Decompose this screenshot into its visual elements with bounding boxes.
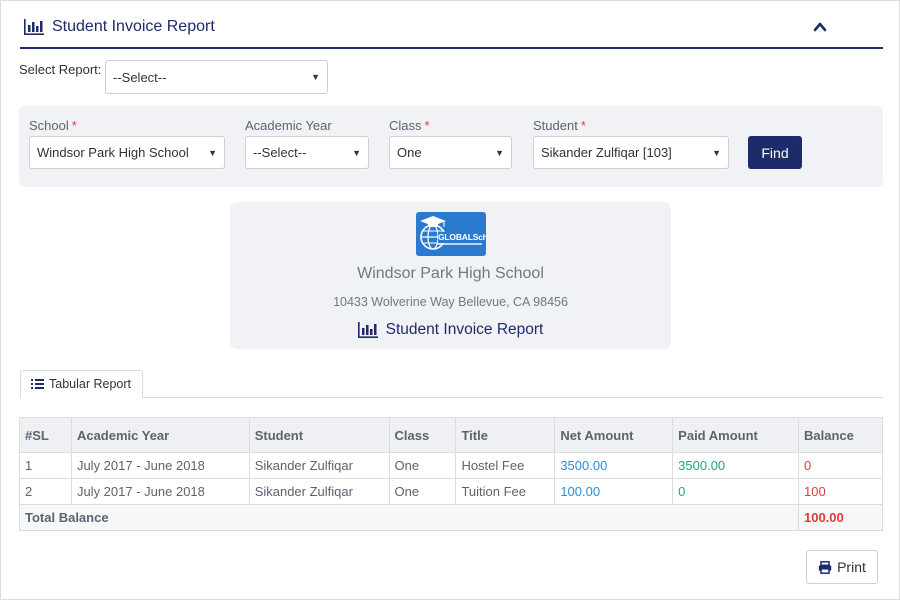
- tab-divider: [20, 397, 883, 398]
- col-header-title[interactable]: Title: [455, 417, 556, 453]
- cell-academic-year: July 2017 - June 2018: [70, 452, 250, 479]
- cell-academic-year: July 2017 - June 2018: [70, 478, 250, 505]
- tab-tabular-report[interactable]: Tabular Report: [20, 370, 143, 398]
- logo-underline: [438, 243, 482, 245]
- select-report-value: --Select--: [113, 69, 167, 85]
- cell-paid-amount: 0: [672, 478, 799, 505]
- bar-chart-icon: [357, 322, 378, 338]
- list-ordered-icon: [31, 379, 44, 389]
- total-balance-label: Total Balance: [19, 504, 799, 531]
- panel-title: Student Invoice Report: [24, 18, 215, 36]
- find-button[interactable]: Find: [748, 136, 802, 169]
- col-header-balance[interactable]: Balance: [798, 417, 883, 453]
- col-header-academic-year[interactable]: Academic Year: [70, 417, 250, 453]
- col-header-sl[interactable]: #SL: [19, 417, 72, 453]
- cell-paid-amount: 3500.00: [672, 452, 799, 479]
- tab-label: Tabular Report: [49, 377, 131, 391]
- school-select-value: Windsor Park High School: [37, 145, 189, 160]
- chevron-up-icon[interactable]: [813, 20, 827, 34]
- student-label: Student *: [533, 118, 586, 133]
- col-header-class[interactable]: Class: [388, 417, 457, 453]
- class-select-value: One: [397, 145, 422, 160]
- cell-class: One: [388, 478, 457, 505]
- school-logo: GLOBALSchool: [416, 212, 486, 256]
- report-header-card: GLOBALSchool Windsor Park High School 10…: [230, 202, 671, 349]
- cell-class: One: [388, 452, 457, 479]
- table-header-row: #SL Academic Year Student Class Title Ne…: [19, 417, 883, 453]
- cell-sl: 1: [19, 452, 72, 479]
- class-label: Class *: [389, 118, 430, 133]
- student-select[interactable]: Sikander Zulfiqar [103] ▼: [533, 136, 729, 169]
- student-select-value: Sikander Zulfiqar [103]: [541, 145, 672, 160]
- total-row: Total Balance 100.00: [19, 504, 883, 531]
- report-school-address: 10433 Wolverine Way Bellevue, CA 98456: [333, 295, 568, 309]
- print-button[interactable]: Print: [806, 550, 878, 584]
- cell-title: Tuition Fee: [455, 478, 556, 505]
- select-report-dropdown[interactable]: --Select-- ▼: [105, 60, 328, 94]
- col-header-student[interactable]: Student: [248, 417, 390, 453]
- academic-year-label: Academic Year: [245, 118, 332, 133]
- panel-title-text: Student Invoice Report: [52, 18, 215, 35]
- school-label: School *: [29, 118, 77, 133]
- logo-text: GLOBALSchool: [438, 232, 486, 242]
- cell-student: Sikander Zulfiqar: [248, 452, 390, 479]
- panel-header: Student Invoice Report: [20, 12, 883, 49]
- col-header-paid-amount[interactable]: Paid Amount: [672, 417, 799, 453]
- total-balance-value: 100.00: [798, 504, 883, 531]
- academic-year-value: --Select--: [253, 145, 307, 160]
- cell-balance: 100: [798, 478, 883, 505]
- caret-down-icon: ▼: [208, 147, 217, 158]
- caret-down-icon: ▼: [352, 147, 361, 158]
- report-title: Student Invoice Report: [230, 321, 671, 339]
- cell-sl: 2: [19, 478, 72, 505]
- cell-net-amount: 100.00: [554, 478, 674, 505]
- select-report-label: Select Report:: [19, 62, 102, 77]
- bar-chart-icon: [24, 19, 44, 35]
- school-select[interactable]: Windsor Park High School ▼: [29, 136, 225, 169]
- report-school-name: Windsor Park High School: [357, 265, 544, 282]
- print-label: Print: [837, 559, 866, 575]
- report-title-text: Student Invoice Report: [385, 321, 544, 338]
- academic-year-select[interactable]: --Select-- ▼: [245, 136, 369, 169]
- col-header-net-amount[interactable]: Net Amount: [554, 417, 674, 453]
- printer-icon: [818, 560, 832, 574]
- caret-down-icon: ▼: [495, 147, 504, 158]
- cell-balance: 0: [798, 452, 883, 479]
- table-row: 2 July 2017 - June 2018 Sikander Zulfiqa…: [19, 478, 883, 505]
- caret-down-icon: ▼: [311, 72, 320, 82]
- table-row: 1 July 2017 - June 2018 Sikander Zulfiqa…: [19, 452, 883, 479]
- cell-title: Hostel Fee: [455, 452, 556, 479]
- invoice-table: #SL Academic Year Student Class Title Ne…: [19, 417, 883, 531]
- cell-student: Sikander Zulfiqar: [248, 478, 390, 505]
- class-select[interactable]: One ▼: [389, 136, 512, 169]
- cell-net-amount: 3500.00: [554, 452, 674, 479]
- caret-down-icon: ▼: [712, 147, 721, 158]
